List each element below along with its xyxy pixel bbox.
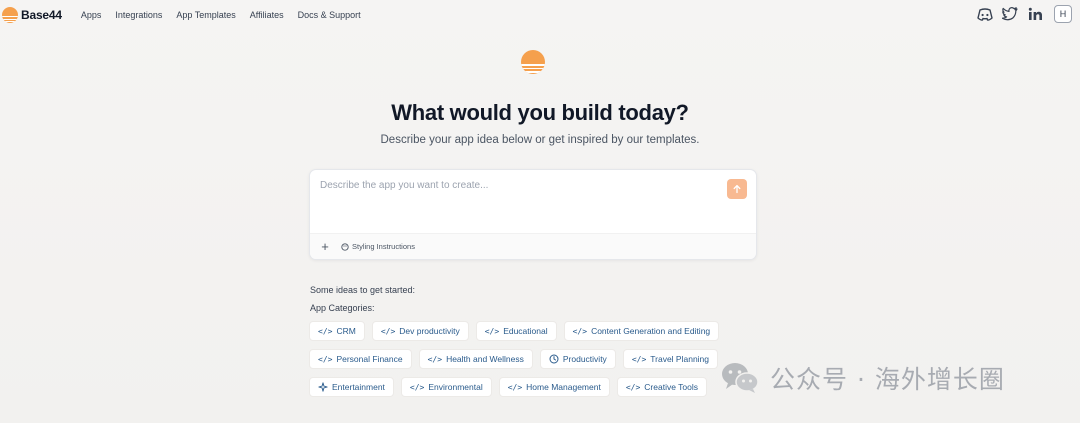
nav-app-templates[interactable]: App Templates xyxy=(176,10,235,20)
code-icon: </> xyxy=(625,382,641,392)
main-nav: Apps Integrations App Templates Affiliat… xyxy=(81,10,375,20)
nav-integrations[interactable]: Integrations xyxy=(115,10,162,20)
nav-docs-support[interactable]: Docs & Support xyxy=(298,10,361,20)
discord-icon[interactable] xyxy=(976,5,994,23)
brand-home-link[interactable]: Base44 xyxy=(2,7,62,23)
prompt-toolbar: + Styling Instructions xyxy=(310,233,756,259)
chip-label: Educational xyxy=(503,326,548,336)
app-categories-heading: App Categories: xyxy=(310,303,375,313)
category-chip-dev-productivity[interactable]: </> Dev productivity xyxy=(371,321,469,341)
chip-label: Productivity xyxy=(562,354,607,364)
category-chip-home-management[interactable]: </> Home Management xyxy=(498,377,610,397)
brand-name: Base44 xyxy=(21,8,62,22)
code-icon: </> xyxy=(318,326,333,336)
watermark-text: 公众号 · 海外增长圈 xyxy=(770,365,1005,394)
page-title: What would you build today? xyxy=(391,100,689,125)
add-attachment-button[interactable]: + xyxy=(319,239,331,254)
code-icon: </> xyxy=(484,326,500,336)
sparkle-icon xyxy=(318,382,328,392)
chip-label: CRM xyxy=(336,326,356,336)
linkedin-icon[interactable] xyxy=(1026,5,1044,23)
code-icon: </> xyxy=(572,326,588,336)
code-icon: </> xyxy=(631,354,647,364)
category-chip-environmental[interactable]: </> Environmental xyxy=(400,377,492,397)
chip-label: Travel Planning xyxy=(650,354,710,364)
palette-icon xyxy=(341,242,349,251)
code-icon: </> xyxy=(380,326,396,336)
category-chip-educational[interactable]: </> Educational xyxy=(475,321,557,341)
code-icon: </> xyxy=(507,382,523,392)
wechat-watermark: 公众号 · 海外增长圈 xyxy=(720,360,1005,396)
styling-instructions-button[interactable]: Styling Instructions xyxy=(341,242,415,251)
top-nav: Base44 Apps Integrations App Templates A… xyxy=(0,0,1080,30)
social-links: H xyxy=(969,5,1072,23)
app-idea-input[interactable]: Describe the app you want to create... xyxy=(320,180,488,191)
chip-label: Environmental xyxy=(428,382,483,392)
chip-label: Health and Wellness xyxy=(446,354,524,364)
category-chip-crm[interactable]: </> CRM xyxy=(309,321,365,341)
clock-icon xyxy=(549,354,559,364)
code-icon: </> xyxy=(409,382,425,392)
twitter-icon[interactable] xyxy=(1001,5,1019,23)
chip-label: Content Generation and Editing xyxy=(591,326,711,336)
user-avatar[interactable]: H xyxy=(1054,5,1072,23)
chip-label: Personal Finance xyxy=(336,354,403,364)
nav-affiliates[interactable]: Affiliates xyxy=(250,10,284,20)
styling-instructions-label: Styling Instructions xyxy=(352,242,415,251)
category-chip-entertainment[interactable]: Entertainment xyxy=(309,377,394,397)
category-chip-productivity[interactable]: Productivity xyxy=(539,349,616,369)
category-row: </> CRM </> Dev productivity </> Educationa… xyxy=(309,321,726,341)
wechat-icon xyxy=(722,363,759,393)
nav-apps[interactable]: Apps xyxy=(81,10,102,20)
page-subtitle: Describe your app idea below or get insp… xyxy=(380,134,700,146)
category-chip-health-wellness[interactable]: </> Health and Wellness xyxy=(418,349,533,369)
category-chip-personal-finance[interactable]: </> Personal Finance xyxy=(309,349,412,369)
category-row: </> Personal Finance </> Health and Wellne… xyxy=(309,349,725,369)
sunset-logo-icon xyxy=(2,7,18,23)
sunset-logo-icon xyxy=(521,50,545,74)
category-chip-content-generation[interactable]: </> Content Generation and Editing xyxy=(563,321,720,341)
chip-label: Entertainment xyxy=(332,382,385,392)
app-prompt-box: Describe the app you want to create... +… xyxy=(309,169,757,260)
category-row: Entertainment </> Environmental </> Home M… xyxy=(309,377,714,397)
code-icon: </> xyxy=(427,354,443,364)
code-icon: </> xyxy=(318,354,333,364)
send-button[interactable] xyxy=(727,179,747,199)
category-chip-travel-planning[interactable]: </> Travel Planning xyxy=(622,349,719,369)
chip-label: Home Management xyxy=(526,382,601,392)
chip-label: Dev productivity xyxy=(399,326,460,336)
category-chip-creative-tools[interactable]: </> Creative Tools xyxy=(616,377,707,397)
ideas-heading: Some ideas to get started: xyxy=(310,285,416,295)
chip-label: Creative Tools xyxy=(644,382,698,392)
arrow-up-icon xyxy=(733,184,741,194)
